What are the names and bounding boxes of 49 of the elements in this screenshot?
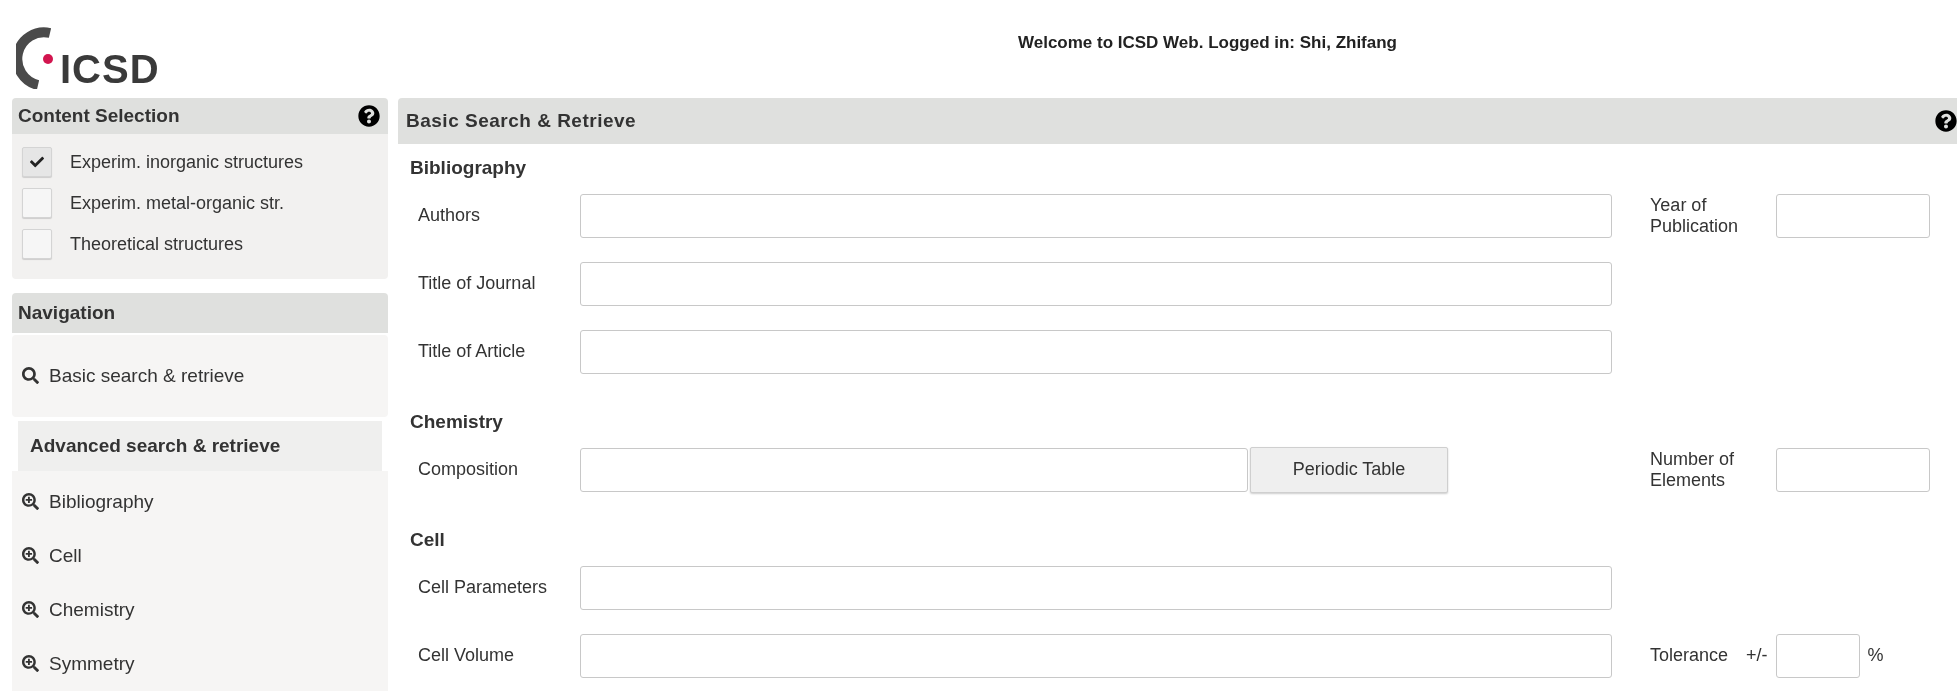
nav-link[interactable]: Symmetry [22,636,378,691]
field-label: Title of Journal [417,273,537,294]
field-label: Authors [417,205,482,226]
checkbox[interactable] [22,229,52,259]
section-heading: Chemistry [409,409,503,434]
unit-label: % [1867,645,1884,666]
welcome-text: Welcome to ICSD Web. Logged in: Shi, Zhifang [1017,32,1397,53]
nav-link[interactable]: Basic search & retrieve [22,355,245,396]
field-label: Year of Publication [1650,194,1740,237]
input-field[interactable] [1776,447,1930,492]
field-label: Number of Elements [1650,448,1736,491]
tolerance-prefix: +/- [1746,645,1768,666]
periodic-table-button[interactable]: Periodic Table [1250,446,1448,493]
input-field[interactable] [1775,633,1860,678]
input-field[interactable] [580,261,1612,306]
field-label: Title of Article [417,341,527,362]
nav-link[interactable]: Cell [22,528,378,583]
zoom-in-icon [22,547,39,564]
zoom-in-icon [22,655,39,672]
zoom-in-icon [22,493,39,510]
search-icon [22,367,39,384]
input-field[interactable] [580,193,1612,238]
checkbox-label: Theoretical structures [70,233,244,255]
panel-title: Navigation [18,301,116,324]
nav-link[interactable]: Chemistry [22,582,378,637]
checkbox[interactable] [22,188,52,218]
field-label: Cell Volume [417,645,516,666]
section-heading: Cell [409,527,445,552]
input-field[interactable] [580,447,1248,492]
panel-title: Basic Search & Retrieve [406,109,637,132]
checkbox[interactable] [22,147,52,177]
section-title: Advanced search & retrieve [30,434,281,457]
input-field[interactable] [1776,193,1930,238]
input-field[interactable] [580,329,1612,374]
panel-title: Content Selection [18,104,180,127]
checkbox-label: Experim. inorganic structures [70,151,304,173]
input-field[interactable] [580,565,1612,610]
field-label: Composition [417,459,520,480]
field-label: Cell Parameters [417,577,549,598]
check-icon [30,155,44,169]
help-icon[interactable] [1935,109,1957,132]
input-field[interactable] [580,633,1612,678]
checkbox-label: Experim. metal-organic str. [70,192,285,214]
field-label: Tolerance [1650,645,1729,666]
zoom-in-icon [22,601,39,618]
nav-link[interactable]: Bibliography [22,474,378,529]
help-icon[interactable] [358,104,380,127]
logo-text: ICSD [60,49,160,89]
section-heading: Bibliography [409,155,527,180]
